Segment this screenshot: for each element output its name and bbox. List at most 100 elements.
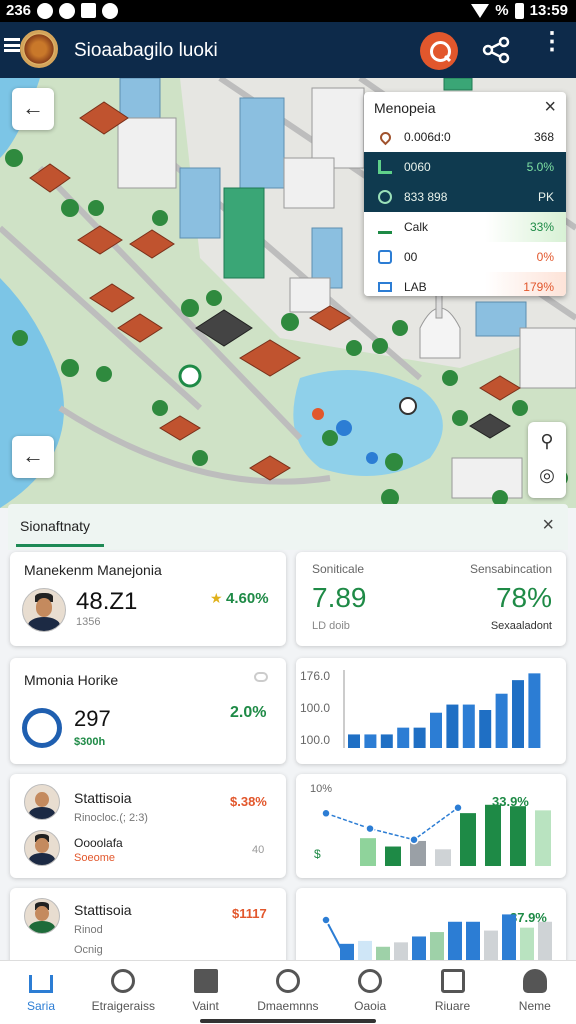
bar bbox=[376, 946, 390, 960]
line-point bbox=[453, 802, 463, 813]
bar bbox=[520, 927, 534, 960]
card-title: Manekenm Manejonia bbox=[24, 562, 162, 578]
bar bbox=[430, 712, 442, 748]
nav-item-user[interactable]: Neme bbox=[494, 961, 576, 1024]
bar bbox=[538, 921, 552, 960]
popup-row: 833 898 PK bbox=[364, 182, 566, 212]
bar bbox=[510, 806, 526, 866]
card-sub: $300h bbox=[74, 736, 106, 748]
back-button[interactable]: ← bbox=[12, 88, 54, 130]
card-title-2: Oooolafa bbox=[74, 836, 123, 850]
nav-item-building[interactable]: Vaint bbox=[165, 961, 247, 1024]
popup-title: Menopeia bbox=[374, 100, 436, 116]
home-icon bbox=[29, 975, 53, 993]
tick-label: 100.0 bbox=[300, 733, 330, 747]
nav-item-store[interactable]: Riuare bbox=[412, 961, 494, 1024]
line-point bbox=[321, 808, 331, 819]
card-label-right: Sensabincation bbox=[469, 562, 552, 576]
bar bbox=[364, 734, 377, 748]
bar bbox=[340, 943, 354, 960]
card-change: 2.0% bbox=[230, 704, 267, 721]
system-gesture-bar bbox=[200, 1019, 376, 1023]
line-point bbox=[365, 823, 375, 834]
card-sub: Rinocloc.(; 2:3) bbox=[74, 812, 148, 824]
battery-percent: % bbox=[495, 2, 509, 19]
panel-close-button[interactable]: × bbox=[542, 514, 554, 537]
bar bbox=[430, 932, 444, 960]
card-value-right: 78% bbox=[495, 582, 552, 613]
bar bbox=[466, 921, 480, 960]
face-icon bbox=[275, 969, 300, 993]
nav-label: Riuare bbox=[434, 999, 471, 1013]
bar bbox=[413, 727, 426, 748]
card-sub: Rinod bbox=[74, 924, 103, 936]
pin-icon bbox=[377, 129, 394, 146]
bar bbox=[484, 930, 498, 960]
bar bbox=[358, 940, 372, 960]
nav-label: Dmaemnns bbox=[257, 999, 319, 1013]
nav-item-home[interactable]: Saria bbox=[0, 961, 82, 1024]
bar bbox=[535, 810, 551, 866]
bar bbox=[410, 840, 426, 866]
nav-item-chat[interactable]: Oaoia bbox=[329, 961, 411, 1024]
app-icon bbox=[81, 3, 97, 18]
menu-icon[interactable] bbox=[4, 38, 20, 52]
series-line bbox=[325, 807, 459, 841]
avatar bbox=[22, 588, 66, 632]
bar bbox=[360, 838, 376, 866]
stat-card-3[interactable]: Mmonia Horike 297 $300h 2.0% bbox=[10, 658, 286, 764]
emblem-logo bbox=[20, 30, 58, 68]
card-value-2: 40 bbox=[252, 844, 265, 856]
stat-card-2[interactable]: Soniticale Sensabincation 7.89 78% LD do… bbox=[296, 552, 566, 646]
card-value: 48.Z1 bbox=[76, 588, 138, 615]
stat-card-1[interactable]: Manekenm Manejonia 48.Z1 1356 ★ 4.60% bbox=[10, 552, 286, 646]
bar bbox=[448, 921, 462, 960]
back-button-secondary[interactable]: ← bbox=[12, 436, 54, 478]
nav-item-face[interactable]: Dmaemnns bbox=[247, 961, 329, 1024]
notification-icon bbox=[37, 2, 54, 19]
share-icon[interactable] bbox=[482, 36, 510, 64]
nav-label: Neme bbox=[518, 999, 551, 1013]
people-icon bbox=[378, 250, 392, 264]
app-bar: Sioaabagilo luoki ⋮ bbox=[0, 22, 576, 78]
bar-chart: 176.0 100.0 100.0 bbox=[300, 669, 541, 748]
tick-label: 176.0 bbox=[300, 669, 330, 683]
popup-close-button[interactable]: × bbox=[544, 96, 556, 119]
bar bbox=[394, 942, 408, 960]
panel-title[interactable]: Sionaftnaty bbox=[20, 518, 90, 534]
bar bbox=[479, 710, 492, 748]
card-sub-right: Sexaaladont bbox=[490, 620, 552, 632]
bar bbox=[495, 693, 508, 748]
layers-button[interactable]: ⚲ ◎ bbox=[528, 422, 566, 498]
chart-card-3[interactable]: 37.9% bbox=[296, 888, 566, 968]
card-value: $1117 bbox=[232, 906, 267, 921]
wifi-icon bbox=[471, 3, 490, 18]
smile-icon bbox=[111, 969, 136, 993]
chart-card-1[interactable]: 176.0 100.0 100.0 bbox=[296, 658, 566, 764]
card-change: 4.60% bbox=[226, 590, 269, 607]
bar bbox=[485, 804, 501, 866]
nav-item-smile[interactable]: Etraigeraiss bbox=[82, 961, 164, 1024]
bottom-navigation: Saria Etraigeraiss Vaint Dmaemnns Oaoia Riuar… bbox=[0, 960, 576, 1024]
avatar bbox=[24, 830, 60, 866]
tab-indicator bbox=[16, 544, 104, 547]
currency-label: $ bbox=[314, 847, 321, 861]
popup-row: LAB 179% bbox=[364, 272, 566, 296]
popup-row: 0060 5.0% bbox=[364, 152, 566, 182]
search-button[interactable] bbox=[420, 32, 458, 70]
bar bbox=[385, 846, 401, 866]
card-title: Mmonia Horike bbox=[24, 672, 119, 688]
nav-label: Saria bbox=[26, 999, 55, 1013]
nav-label: Vaint bbox=[192, 999, 219, 1013]
bar bbox=[512, 680, 524, 748]
toggle-icon bbox=[254, 672, 268, 682]
card-value: $.38% bbox=[230, 794, 267, 809]
chart-card-2[interactable]: 10% 33.9% $ bbox=[296, 774, 566, 878]
more-options-icon[interactable]: ⋮ bbox=[540, 30, 564, 64]
popup-row: Calk 33% bbox=[364, 212, 566, 242]
locate-icon: ◎ bbox=[539, 465, 555, 485]
card-value-left: 7.89 bbox=[312, 582, 367, 613]
stat-card-5[interactable]: Stattisoia Rinod Ocnig $1117 bbox=[10, 888, 286, 968]
stat-card-4[interactable]: Stattisoia Rinocloc.(; 2:3) $.38% Oooola… bbox=[10, 774, 286, 878]
pin-icon: ⚲ bbox=[540, 431, 554, 451]
